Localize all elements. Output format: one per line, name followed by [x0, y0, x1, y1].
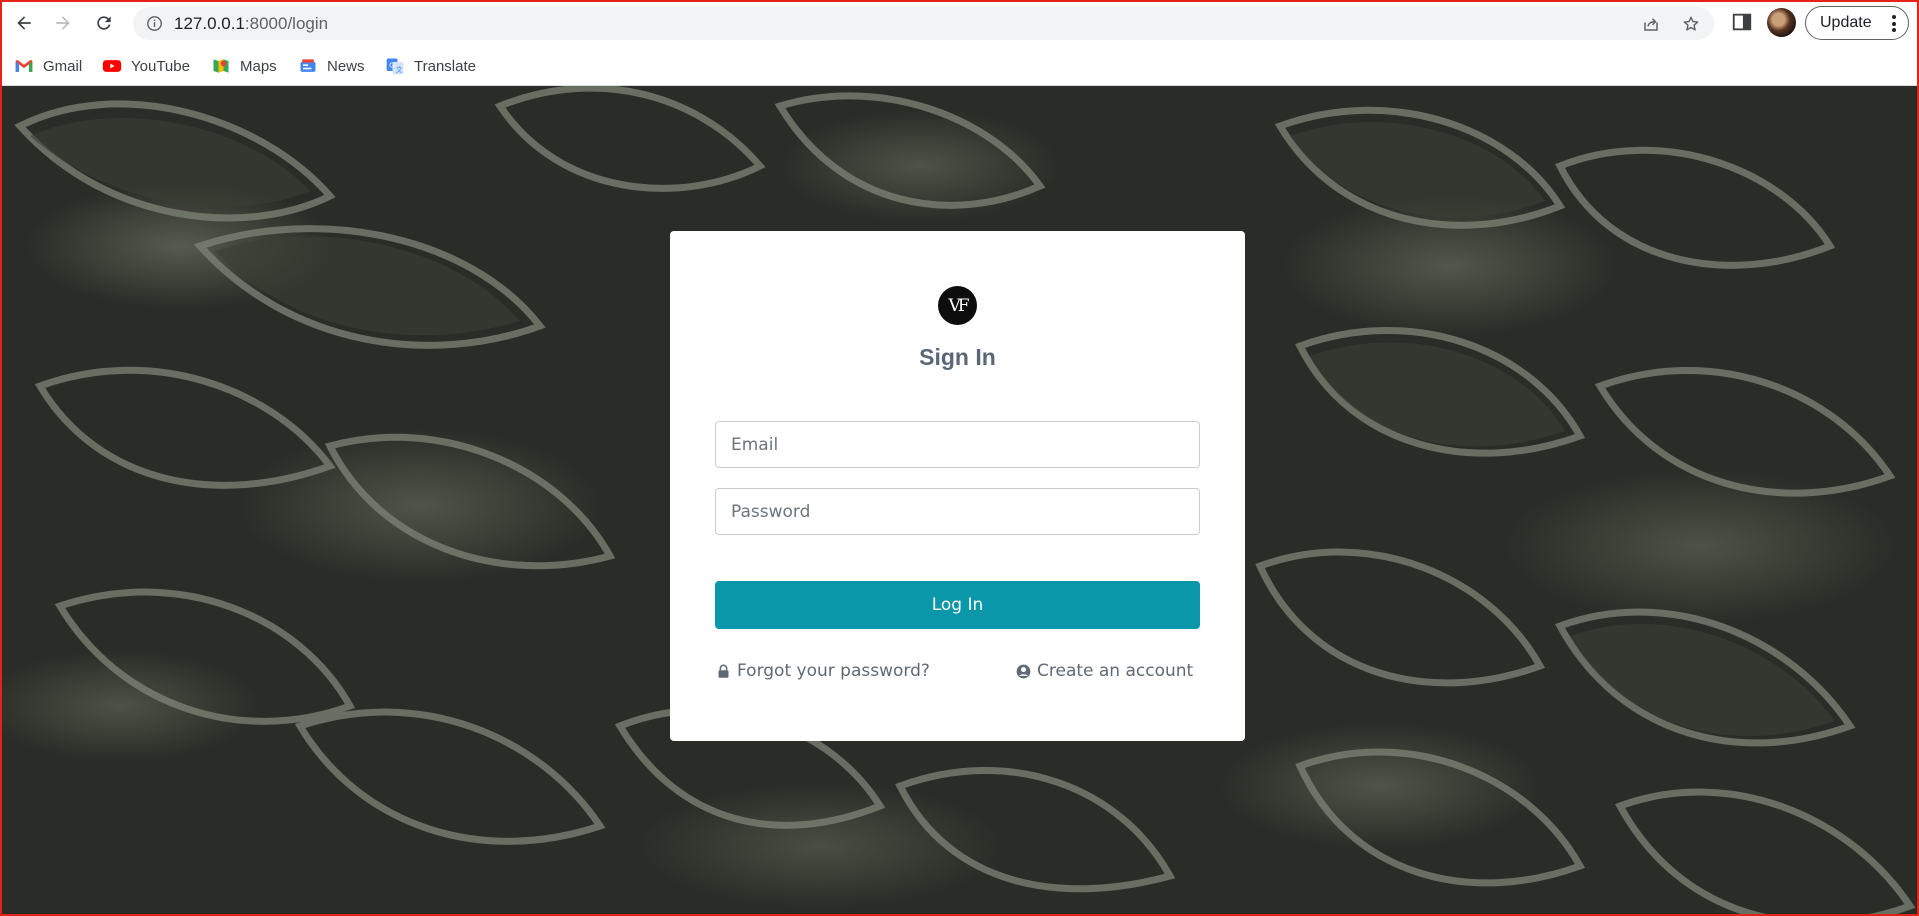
youtube-icon [102, 60, 122, 72]
logo: VF [938, 286, 977, 325]
bookmark-maps[interactable]: Maps [211, 55, 277, 77]
reload-icon [97, 16, 111, 30]
password-field[interactable] [715, 488, 1200, 535]
bookmark-label: Translate [414, 57, 476, 75]
maps-icon [213, 59, 229, 73]
bookmarks-bar: Gmail YouTube Maps News G 文 Translate [0, 46, 1919, 86]
star-icon[interactable] [1682, 15, 1700, 33]
create-account-label: Create an account [1037, 661, 1194, 681]
reload-button[interactable] [88, 7, 120, 39]
svg-text:G: G [389, 61, 395, 70]
address-bar[interactable]: 127.0.0.1:8000/login [133, 7, 1714, 40]
bookmark-label: Gmail [43, 57, 83, 75]
arrow-right-icon [56, 16, 70, 30]
login-button[interactable]: Log In [715, 581, 1200, 629]
bookmark-translate[interactable]: G 文 Translate [385, 55, 476, 77]
forward-button[interactable] [47, 7, 79, 39]
arrow-left-icon [17, 16, 31, 30]
info-icon[interactable] [146, 15, 163, 32]
update-label: Update [1820, 14, 1872, 31]
bookmark-label: News [327, 57, 365, 75]
gmail-icon [15, 59, 33, 72]
forgot-password-link[interactable]: Forgot your password? [716, 661, 930, 681]
profile-avatar[interactable] [1767, 8, 1796, 37]
forgot-password-label: Forgot your password? [737, 661, 930, 681]
user-circle-icon [1016, 664, 1031, 678]
side-panel-icon[interactable] [1731, 11, 1753, 33]
bookmark-label: Maps [240, 57, 277, 75]
page-title: Sign In [919, 344, 996, 370]
news-icon [300, 59, 316, 72]
login-card: VF Sign In Log In Forgot your password? … [670, 231, 1245, 741]
bookmark-gmail[interactable]: Gmail [14, 55, 82, 77]
email-field[interactable] [715, 421, 1200, 468]
bookmark-label: YouTube [131, 57, 190, 75]
back-button[interactable] [8, 7, 40, 39]
browser-toolbar: 127.0.0.1:8000/login Update [0, 0, 1919, 46]
share-icon[interactable] [1642, 15, 1660, 33]
bookmark-youtube[interactable]: YouTube [102, 55, 190, 77]
create-account-link[interactable]: Create an account [1016, 661, 1193, 681]
bookmark-news[interactable]: News [298, 55, 365, 77]
more-menu-icon[interactable] [1892, 15, 1896, 32]
translate-icon: G 文 [386, 58, 404, 75]
svg-text:文: 文 [396, 65, 403, 74]
url-text: 127.0.0.1:8000/login [174, 14, 329, 33]
update-button[interactable]: Update [1805, 6, 1909, 40]
lock-icon [718, 664, 729, 678]
